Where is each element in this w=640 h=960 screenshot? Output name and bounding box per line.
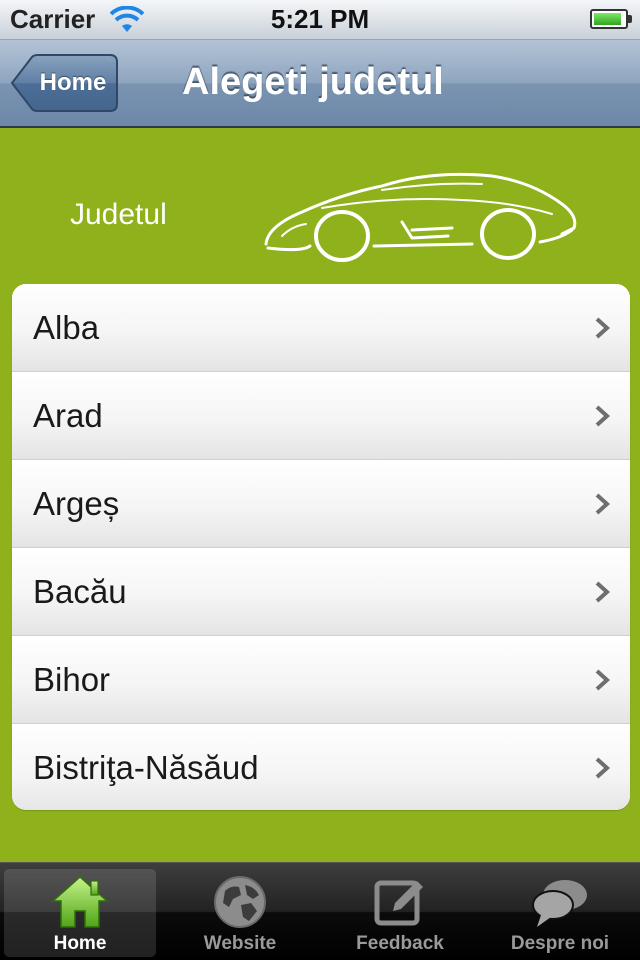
list-item[interactable]: Alba	[12, 284, 630, 372]
battery-icon	[590, 9, 628, 29]
list-item-label: Bihor	[33, 661, 111, 698]
list-item-label: Arad	[33, 397, 103, 434]
banner-label: Judetul	[70, 198, 167, 231]
tab-despre-noi-label: Despre noi	[510, 933, 610, 954]
globe-icon	[214, 876, 266, 928]
county-list: Alba Arad Argeș Bacău Bihor Bistriţa-Năs…	[12, 284, 630, 810]
tab-website-label: Website	[203, 933, 277, 954]
list-item-label: Bistriţa-Năsăud	[33, 749, 259, 786]
chevron-right-icon	[595, 317, 610, 339]
list-item-label: Alba	[33, 309, 100, 346]
speech-bubbles-icon	[532, 880, 587, 927]
battery-tip	[628, 15, 632, 23]
pencil-square-icon	[374, 880, 423, 926]
chevron-right-icon	[595, 493, 610, 515]
battery-level	[594, 13, 621, 25]
list-item[interactable]: Bacău	[12, 548, 630, 636]
tab-despre-noi[interactable]: Despre noi	[484, 869, 636, 957]
list-item-label: Argeș	[33, 485, 120, 522]
list-item[interactable]: Bihor	[12, 636, 630, 724]
tab-home-label: Home	[53, 933, 107, 954]
chevron-right-icon	[595, 581, 610, 603]
list-item[interactable]: Bistriţa-Năsăud	[12, 724, 630, 810]
tab-home[interactable]: Home	[4, 869, 156, 957]
tab-feedback[interactable]: Feedback	[324, 869, 476, 957]
status-time: 5:21 PM	[270, 4, 370, 34]
chevron-right-icon	[595, 757, 610, 779]
status-bar: Carrier 5:21 PM	[0, 0, 640, 40]
chevron-right-icon	[595, 669, 610, 691]
home-back-button[interactable]: Home	[10, 54, 118, 112]
tab-feedback-label: Feedback	[356, 933, 444, 954]
navigation-bar: Home Alegeti judetul	[0, 40, 640, 128]
tab-website[interactable]: Website	[164, 869, 316, 957]
house-icon	[51, 875, 109, 928]
home-back-label: Home	[39, 69, 107, 96]
list-item[interactable]: Argeș	[12, 460, 630, 548]
chevron-right-icon	[595, 405, 610, 427]
list-item-label: Bacău	[33, 573, 127, 610]
list-item[interactable]: Arad	[12, 372, 630, 460]
tab-bar: Home Website Feedback Despre noi	[0, 862, 640, 960]
car-sketch-icon	[264, 172, 577, 262]
page-title: Alegeti judetul	[182, 61, 444, 103]
